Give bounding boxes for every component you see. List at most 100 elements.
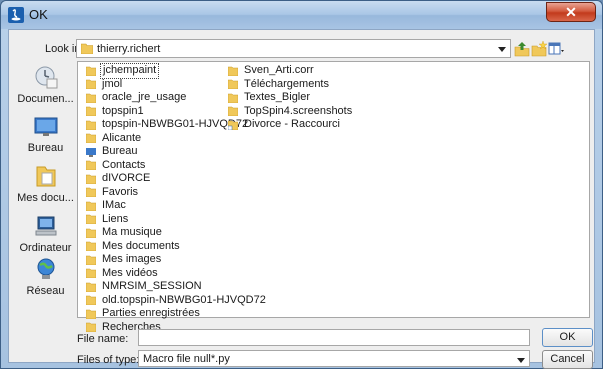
file-dialog-window: OK ✕ Look in: thierry.richert Documen...… [0,0,603,369]
place-computer[interactable]: Ordinateur [14,213,77,254]
ok-button[interactable]: OK [542,328,593,347]
file-name: Téléchargements [244,77,329,90]
cancel-button[interactable]: Cancel [542,350,593,369]
file-list-item[interactable]: TopSpin4.screenshots [228,105,354,119]
place-recent-documents[interactable]: Documen... [14,64,77,105]
chevron-down-icon[interactable] [517,358,525,363]
dialog-body: Look in: thierry.richert Documen... Bure… [8,29,595,369]
file-type-value: Macro file null*.py [143,353,230,365]
my-documents-icon [36,166,55,187]
file-list-item[interactable]: Téléchargements [228,78,354,92]
folder-icon [86,120,96,130]
folder-icon [86,93,96,103]
folder-icon [86,107,96,117]
file-name: jmol [102,77,123,90]
folder-icon [86,255,96,265]
folder-icon [86,80,96,90]
file-name: Contacts [102,158,146,171]
up-folder-icon[interactable] [514,41,530,57]
file-name: IMac [102,199,126,211]
file-list[interactable]: jchempaint jmol oracle_jre_usage topspin1 to… [77,61,590,333]
java-app-icon [8,7,24,23]
place-desktop[interactable]: Bureau [14,113,77,154]
computer-icon [35,216,56,236]
folder-icon [81,43,93,54]
folder-icon [86,296,96,306]
place-label: Bureau [27,142,64,154]
folder-icon [86,134,96,144]
file-name: NMRSIM_SESSION [102,280,202,292]
place-label: Documen... [17,93,74,105]
place-my-documents[interactable]: Mes docu... [14,163,77,204]
place-label: Mes docu... [17,192,74,204]
folder-icon [228,66,238,76]
folder-icon [86,201,96,211]
file-list-item[interactable]: IMac [86,199,268,213]
folder-icon [86,161,96,171]
file-list-item[interactable]: Mes documents [86,240,268,254]
file-list-item[interactable]: Contacts [86,159,268,173]
new-folder-icon[interactable] [531,41,547,57]
chevron-down-icon[interactable] [498,47,506,52]
file-list-item[interactable]: Mes images [86,253,268,267]
shortcut-folder-icon [228,120,238,130]
view-menu-icon[interactable] [548,41,564,57]
folder-icon [86,174,96,184]
place-label: Ordinateur [19,242,72,254]
folder-icon [228,107,238,117]
file-name: Textes_Bigler [244,91,311,103]
file-name: Alicante [102,131,142,144]
file-name: Sven_Arti.corr [244,64,314,76]
file-name: topspin1 [102,104,144,117]
folder-icon [228,80,238,90]
file-name: Ma musique [102,226,162,238]
recent-documents-icon [35,66,57,89]
place-network[interactable]: Réseau [14,256,77,297]
file-list-item[interactable]: Ma musique [86,226,268,240]
file-name: Liens [102,212,129,225]
look-in-value: thierry.richert [97,43,161,55]
desktop-icon [86,147,96,157]
file-list-item[interactable]: Favoris [86,186,268,200]
file-list-item[interactable]: Divorce - Raccourci [228,118,354,132]
file-list-item[interactable]: Textes_Bigler [228,91,354,105]
file-name-label: File name: [77,333,129,345]
file-name: Mes documents [102,239,180,252]
file-list-item[interactable]: Parties enregistrées [86,307,268,321]
file-name-input[interactable] [138,329,530,346]
file-type-label: Files of type: [77,354,140,366]
file-name: old.topspin-NBWBG01-HJVQD72 [102,293,266,306]
folder-icon [228,93,238,103]
file-name: Bureau [102,145,138,157]
folder-icon [86,269,96,279]
folder-icon [86,215,96,225]
file-list-item[interactable]: Bureau [86,145,268,159]
file-list-item[interactable]: Liens [86,213,268,227]
folder-icon [86,188,96,198]
look-in-combo[interactable]: thierry.richert [76,39,511,58]
file-list-item[interactable]: Alicante [86,132,268,146]
window-title: OK [29,7,48,22]
file-list-item[interactable]: old.topspin-NBWBG01-HJVQD72 [86,294,268,308]
file-list-item[interactable]: Sven_Arti.corr [228,64,354,78]
folder-icon [86,242,96,252]
folder-icon [86,228,96,238]
place-label: Réseau [26,285,65,297]
folder-icon [86,66,96,76]
file-list-item[interactable]: Mes vidéos [86,267,268,281]
network-icon [37,258,54,279]
close-button[interactable]: ✕ [546,2,596,22]
file-name: Divorce - Raccourci [244,118,340,130]
folder-icon [86,309,96,319]
file-list-item[interactable]: NMRSIM_SESSION [86,280,268,294]
file-name: dIVORCE [102,172,151,184]
file-list-column-2: Sven_Arti.corr Téléchargements Textes_Bigl… [228,64,354,132]
file-name: Favoris [102,185,139,198]
file-list-item[interactable]: dIVORCE [86,172,268,186]
title-bar[interactable]: OK ✕ [1,1,602,29]
file-name: oracle_jre_usage [102,91,187,103]
file-name: TopSpin4.screenshots [244,104,353,117]
file-name: Mes vidéos [102,266,158,279]
file-name: Mes images [102,253,162,265]
file-type-combo[interactable]: Macro file null*.py [138,350,530,367]
